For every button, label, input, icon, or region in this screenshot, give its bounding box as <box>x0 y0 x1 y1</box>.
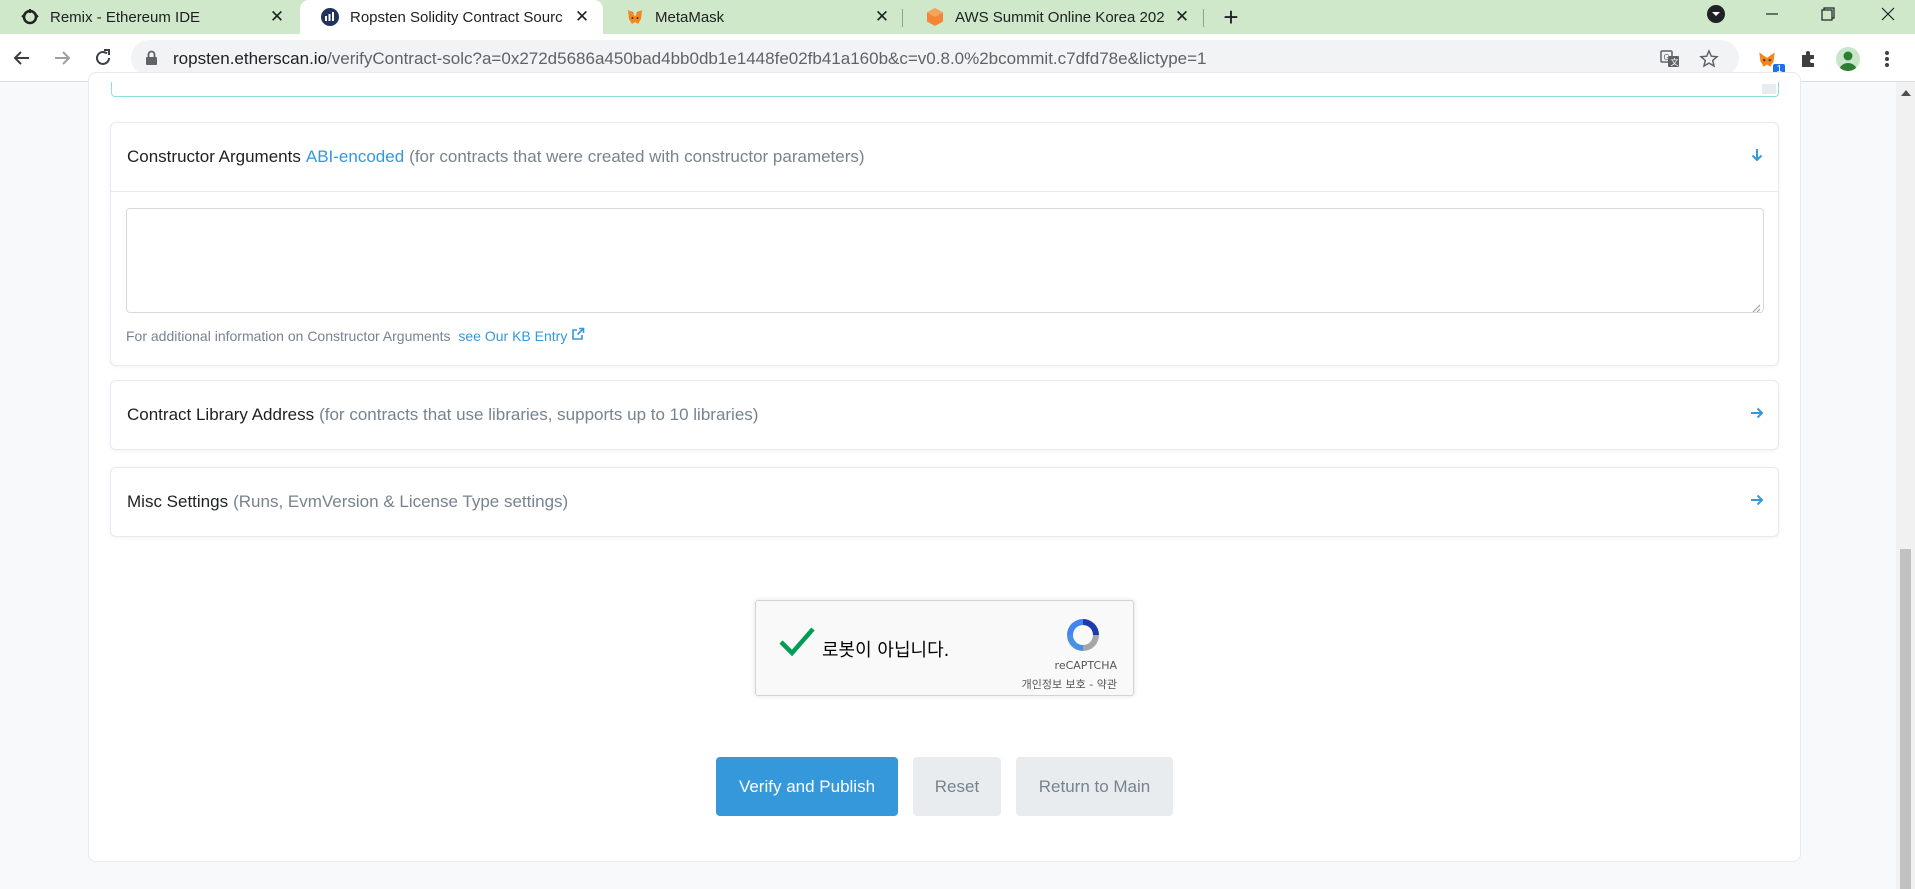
kb-note-text: For additional information on Constructo… <box>126 328 451 344</box>
source-code-textarea[interactable] <box>111 82 1779 97</box>
recaptcha-logo-icon <box>1063 615 1103 660</box>
tab-aws[interactable]: AWS Summit Online Korea 202 ✕ <box>905 0 1203 34</box>
reset-button[interactable]: Reset <box>913 757 1001 816</box>
tab-metamask[interactable]: MetaMask ✕ <box>605 0 903 34</box>
section-subtitle: (Runs, EvmVersion & License Type setting… <box>233 492 569 511</box>
bookmark-star-icon[interactable] <box>1698 48 1720 70</box>
etherscan-icon <box>320 7 340 27</box>
scrollbar-thumb[interactable] <box>1900 549 1911 889</box>
close-icon[interactable]: ✕ <box>871 6 893 28</box>
resize-grip-icon[interactable] <box>1751 300 1761 313</box>
verify-and-publish-button[interactable]: Verify and Publish <box>716 757 898 816</box>
checkmark-icon[interactable] <box>778 625 816 662</box>
translate-icon[interactable]: G文 <box>1659 48 1681 70</box>
forward-icon[interactable] <box>47 43 77 73</box>
tab-search-icon[interactable] <box>1696 0 1736 28</box>
kb-entry-link[interactable]: see Our KB Entry <box>458 328 567 344</box>
arrow-down-icon[interactable] <box>1750 147 1764 168</box>
constructor-kb-note: For additional information on Constructo… <box>126 327 585 344</box>
recaptcha-terms-link[interactable]: 개인정보 보호 - 약관 <box>1022 676 1117 692</box>
close-icon[interactable]: ✕ <box>266 6 288 28</box>
section-title: Contract Library Address <box>127 405 315 424</box>
tab-separator <box>902 9 903 27</box>
remix-icon <box>20 7 40 27</box>
tab-title: MetaMask <box>655 8 725 26</box>
browser-menu-icon[interactable] <box>1874 46 1900 72</box>
scroll-up-icon[interactable] <box>1901 90 1911 96</box>
restore-icon[interactable] <box>1808 0 1848 28</box>
minimize-icon[interactable] <box>1752 0 1792 28</box>
new-tab-button[interactable]: + <box>1216 2 1246 32</box>
lock-icon[interactable] <box>145 50 158 71</box>
external-link-icon[interactable] <box>571 327 585 344</box>
back-icon[interactable] <box>7 43 37 73</box>
url-path: /verifyContract-solc?a=0x272d5686a450bad… <box>327 49 1207 68</box>
close-icon[interactable]: ✕ <box>571 6 593 28</box>
profile-avatar-icon[interactable] <box>1835 46 1861 72</box>
browser-tab-strip: Remix - Ethereum IDE ✕ Ropsten Solidity … <box>0 0 1915 34</box>
arrow-right-icon[interactable] <box>1750 405 1764 426</box>
page-scrollbar[interactable] <box>1896 82 1915 889</box>
metamask-icon <box>625 7 645 27</box>
constructor-arguments-input[interactable] <box>126 208 1764 313</box>
aws-icon <box>925 7 945 27</box>
misc-settings-header[interactable]: Misc Settings (Runs, EvmVersion & Licens… <box>111 468 1778 536</box>
extensions-puzzle-icon[interactable] <box>1795 46 1821 72</box>
tab-title: Remix - Ethereum IDE <box>50 8 201 26</box>
return-to-main-button[interactable]: Return to Main <box>1016 757 1173 816</box>
section-title: Misc Settings <box>127 492 229 511</box>
section-subtitle: (for contracts that were created with co… <box>409 147 865 166</box>
tab-remix[interactable]: Remix - Ethereum IDE ✕ <box>0 0 298 34</box>
svg-text:G: G <box>1664 53 1670 62</box>
url-host: ropsten.etherscan.io <box>173 49 328 68</box>
svg-text:文: 文 <box>1671 57 1679 67</box>
recaptcha-widget[interactable]: 로봇이 아닙니다. reCAPTCHA 개인정보 보호 - 약관 <box>755 600 1134 696</box>
section-subtitle: (for contracts that use libraries, suppo… <box>319 405 759 424</box>
window-close-icon[interactable] <box>1868 0 1908 28</box>
abi-encoded-link[interactable]: ABI-encoded <box>306 147 404 167</box>
address-bar[interactable]: ropsten.etherscan.io/verifyContract-solc… <box>131 40 1739 76</box>
close-icon[interactable]: ✕ <box>1171 6 1193 28</box>
misc-settings-section: Misc Settings (Runs, EvmVersion & Licens… <box>110 467 1779 537</box>
resize-grip-icon[interactable] <box>1762 84 1776 94</box>
contract-library-section: Contract Library Address (for contracts … <box>110 380 1779 450</box>
contract-library-header[interactable]: Contract Library Address (for contracts … <box>111 381 1778 449</box>
constructor-arguments-header[interactable]: Constructor Arguments ABI-encoded (for c… <box>111 123 1778 191</box>
section-title: Constructor Arguments <box>127 147 301 166</box>
reload-icon[interactable] <box>88 43 118 73</box>
tab-separator <box>1203 9 1204 27</box>
tab-etherscan[interactable]: Ropsten Solidity Contract Sourc ✕ <box>300 0 603 34</box>
tab-title: Ropsten Solidity Contract Sourc <box>350 8 563 26</box>
page-content: Constructor Arguments ABI-encoded (for c… <box>0 72 1896 889</box>
constructor-arguments-section: Constructor Arguments ABI-encoded (for c… <box>110 122 1779 366</box>
recaptcha-brand: reCAPTCHA <box>1054 659 1117 672</box>
section-divider <box>111 191 1778 192</box>
url-text[interactable]: ropsten.etherscan.io/verifyContract-solc… <box>173 49 1207 69</box>
metamask-extension-icon[interactable]: 1 <box>1754 46 1785 76</box>
tab-title: AWS Summit Online Korea 202 <box>955 8 1165 26</box>
recaptcha-label: 로봇이 아닙니다. <box>822 640 950 661</box>
arrow-right-icon[interactable] <box>1750 492 1764 513</box>
